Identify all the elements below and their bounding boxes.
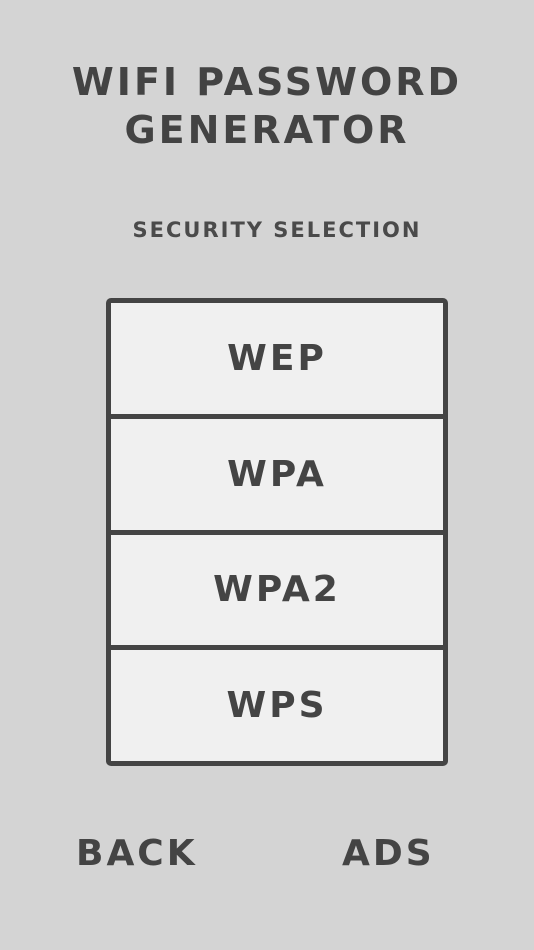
option-wpa2-button[interactable]: WPA2 [111,534,443,651]
ads-button[interactable]: ADS [342,833,435,874]
security-options-list: WEP WPA WPA2 WPS [106,298,448,766]
option-wep-button[interactable]: WEP [111,303,443,419]
app-title: WIFI PASSWORD GENERATOR [0,58,534,154]
option-wpa-button[interactable]: WPA [111,418,443,535]
security-selection-heading: SECURITY SELECTION [132,218,422,242]
back-button[interactable]: BACK [76,833,198,874]
app-title-line-2: GENERATOR [124,108,410,152]
option-wps-button[interactable]: WPS [111,650,443,761]
app-title-line-1: WIFI PASSWORD [71,60,463,104]
